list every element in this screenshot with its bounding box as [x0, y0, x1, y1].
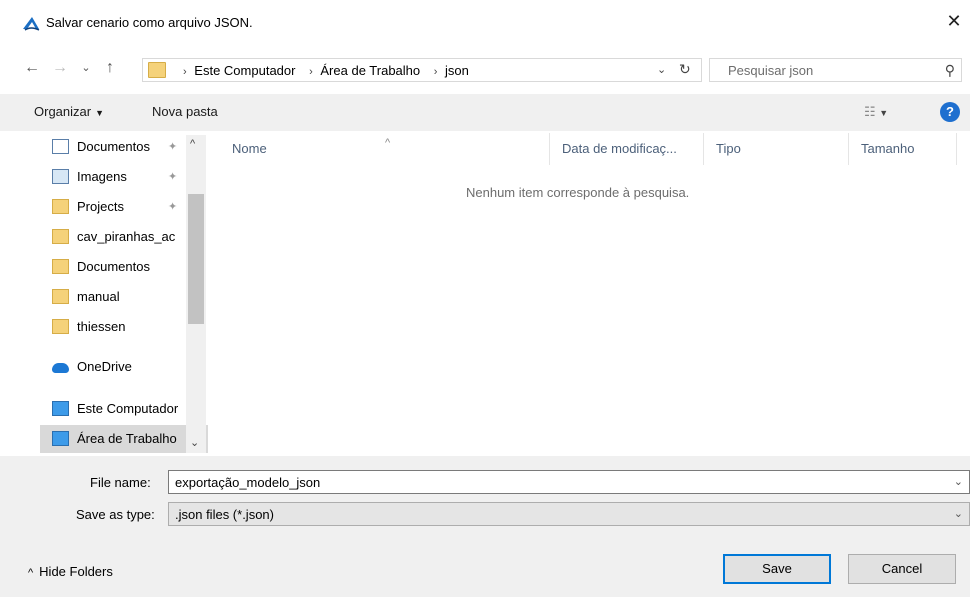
column-header-date[interactable]: Data de modificaç...	[550, 133, 704, 165]
pictures-icon	[52, 169, 69, 184]
up-arrow-icon[interactable]: ↑	[100, 58, 120, 78]
sidebar-item-manual[interactable]: manual	[40, 283, 208, 311]
scroll-up-icon[interactable]: ^	[190, 138, 195, 150]
organize-label: Organizar	[34, 104, 92, 119]
save-type-value: .json files (*.json)	[175, 507, 274, 522]
sidebar-item-label: Área de Trabalho	[77, 431, 177, 446]
file-list: Nome ^ Data de modificaç... Tipo Tamanho…	[210, 133, 970, 456]
sidebar-item-label: thiessen	[77, 319, 126, 334]
recent-locations-chevron-icon[interactable]: ⌄	[76, 58, 96, 78]
sidebar-item-label: Imagens	[77, 169, 127, 184]
sidebar-item-projects[interactable]: Projects ✦	[40, 193, 208, 221]
pin-icon: ✦	[168, 171, 178, 183]
sidebar-item-imagens[interactable]: Imagens ✦	[40, 163, 208, 191]
column-header-label: Nome	[232, 141, 267, 156]
chevron-up-icon: ^	[28, 567, 34, 579]
folder-icon	[52, 199, 69, 214]
navigation-pane: Documentos ✦ Imagens ✦ Projects ✦ cav_pi…	[40, 133, 208, 456]
chevron-right-icon: ›	[433, 66, 438, 78]
file-name-field[interactable]: exportação_modelo_json ⌄	[168, 470, 970, 494]
chevron-right-icon: ›	[309, 66, 313, 78]
folder-icon	[148, 62, 166, 78]
pin-icon: ✦	[168, 201, 178, 213]
chevron-down-icon[interactable]: ⌄	[657, 63, 666, 76]
search-input[interactable]: Pesquisar json ⚲	[709, 58, 962, 82]
organize-button[interactable]: Organizar ▼	[34, 104, 104, 119]
breadcrumb-item[interactable]: Este Computador	[194, 63, 295, 78]
search-placeholder: Pesquisar json	[728, 63, 814, 78]
sidebar-item-documentos-folder[interactable]: Documentos	[40, 253, 208, 281]
onedrive-icon	[52, 363, 69, 373]
save-type-label: Save as type:	[76, 507, 155, 522]
breadcrumb: › Este Computador › Área de Trabalho › j…	[177, 63, 473, 78]
file-name-label: File name:	[90, 475, 151, 490]
sidebar-item-area-de-trabalho[interactable]: Área de Trabalho	[40, 425, 208, 453]
chevron-down-icon[interactable]: ⌄	[954, 507, 963, 520]
view-options-icon[interactable]: ☷ ▼	[864, 104, 888, 120]
navigation-bar: ← → ⌄ ↑ › Este Computador › Área de Trab…	[0, 52, 970, 88]
breadcrumb-item[interactable]: Área de Trabalho	[320, 63, 420, 78]
save-button[interactable]: Save	[723, 554, 831, 584]
cancel-button[interactable]: Cancel	[848, 554, 956, 584]
column-header-type[interactable]: Tipo	[704, 133, 849, 165]
sidebar-item-thiessen[interactable]: thiessen	[40, 313, 208, 341]
folder-icon	[52, 229, 69, 244]
sidebar-item-label: Este Computador	[77, 401, 179, 416]
sidebar-item-cav-piranhas[interactable]: cav_piranhas_ac	[40, 223, 208, 251]
sidebar-item-label: manual	[77, 289, 120, 304]
column-header-label: Tipo	[716, 141, 741, 156]
save-type-dropdown[interactable]: .json files (*.json) ⌄	[168, 502, 970, 526]
desktop-icon	[52, 431, 69, 446]
chevron-down-icon[interactable]: ⌄	[954, 475, 963, 488]
sidebar-scrollbar-thumb[interactable]	[188, 194, 204, 324]
folder-icon	[52, 289, 69, 304]
hide-folders-label: Hide Folders	[39, 564, 113, 579]
command-toolbar: Organizar ▼ Nova pasta ☷ ▼ ?	[0, 94, 970, 131]
refresh-icon[interactable]: ↻	[679, 61, 691, 78]
window-title: Salvar cenario como arquivo JSON.	[46, 15, 253, 30]
new-folder-button[interactable]: Nova pasta	[152, 104, 218, 119]
computer-icon	[52, 401, 69, 416]
sidebar-item-label: OneDrive	[77, 359, 132, 374]
title-bar: Salvar cenario como arquivo JSON. ✕	[0, 0, 970, 40]
sidebar-item-label: Documentos	[77, 139, 150, 154]
pin-icon: ✦	[168, 141, 178, 153]
address-bar[interactable]: › Este Computador › Área de Trabalho › j…	[142, 58, 702, 82]
document-icon	[52, 139, 69, 154]
save-options-panel: File name: exportação_modelo_json ⌄ Save…	[0, 456, 970, 597]
sidebar-item-label: Projects	[77, 199, 124, 214]
sidebar-item-label: Documentos	[77, 259, 150, 274]
sidebar-item-este-computador[interactable]: Este Computador	[40, 395, 208, 423]
column-header-size[interactable]: Tamanho	[849, 133, 957, 165]
folder-icon	[52, 259, 69, 274]
forward-arrow-icon[interactable]: →	[50, 58, 70, 78]
app-logo-icon	[23, 17, 40, 31]
file-name-value: exportação_modelo_json	[175, 475, 321, 490]
sidebar-item-onedrive[interactable]: OneDrive	[40, 353, 208, 381]
close-icon[interactable]: ✕	[941, 9, 967, 33]
column-header-label: Tamanho	[861, 141, 915, 156]
scroll-down-icon[interactable]: ⌄	[190, 436, 199, 449]
sidebar-item-label: cav_piranhas_ac	[77, 229, 176, 244]
back-arrow-icon[interactable]: ←	[22, 58, 42, 78]
folder-icon	[52, 319, 69, 334]
breadcrumb-item[interactable]: json	[445, 63, 469, 78]
search-icon[interactable]: ⚲	[945, 62, 955, 79]
sort-caret-icon: ^	[385, 137, 391, 149]
caret-down-icon: ▼	[95, 108, 104, 118]
hide-folders-button[interactable]: ^ Hide Folders	[28, 564, 113, 579]
sidebar-item-documentos[interactable]: Documentos ✦	[40, 133, 208, 161]
help-icon[interactable]: ?	[940, 102, 960, 122]
empty-state-message: Nenhum item corresponde à pesquisa.	[466, 185, 690, 200]
column-header-label: Data de modificaç...	[562, 141, 677, 156]
chevron-right-icon: ›	[183, 66, 187, 78]
